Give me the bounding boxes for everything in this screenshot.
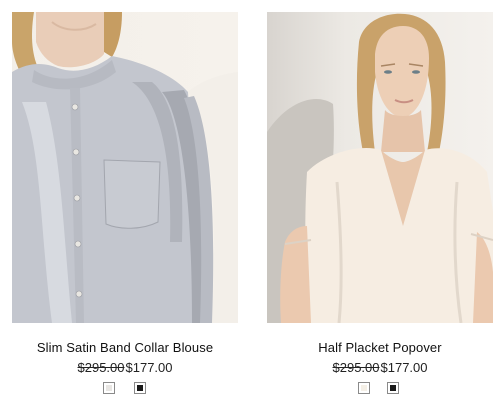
swatch-fill	[106, 385, 112, 391]
swatch-black[interactable]	[134, 382, 146, 394]
popover-photo-illustration	[267, 13, 493, 323]
sale-price: $177.00	[125, 360, 173, 375]
product-price: $295.00$177.00	[12, 360, 238, 375]
product-price: $295.00$177.00	[267, 360, 493, 375]
sale-price: $177.00	[380, 360, 428, 375]
swatch-light[interactable]	[103, 382, 115, 394]
color-swatches	[12, 382, 238, 398]
blouse-photo-illustration	[12, 12, 238, 323]
swatch-fill	[137, 385, 143, 391]
swatch-fill	[390, 385, 396, 391]
original-price: $295.00	[332, 360, 380, 375]
product-image[interactable]	[267, 12, 493, 323]
color-swatches	[267, 382, 493, 398]
product-image[interactable]	[12, 12, 238, 323]
original-price: $295.00	[77, 360, 125, 375]
product-card-half-placket-popover[interactable]: Half Placket Popover $295.00$177.00	[267, 0, 493, 410]
swatch-fill	[361, 385, 367, 391]
swatch-black[interactable]	[387, 382, 399, 394]
product-title[interactable]: Half Placket Popover	[267, 340, 493, 355]
product-card-slim-satin-blouse[interactable]: Slim Satin Band Collar Blouse $295.00$17…	[12, 0, 238, 410]
swatch-off-white[interactable]	[358, 382, 370, 394]
product-title[interactable]: Slim Satin Band Collar Blouse	[12, 340, 238, 355]
